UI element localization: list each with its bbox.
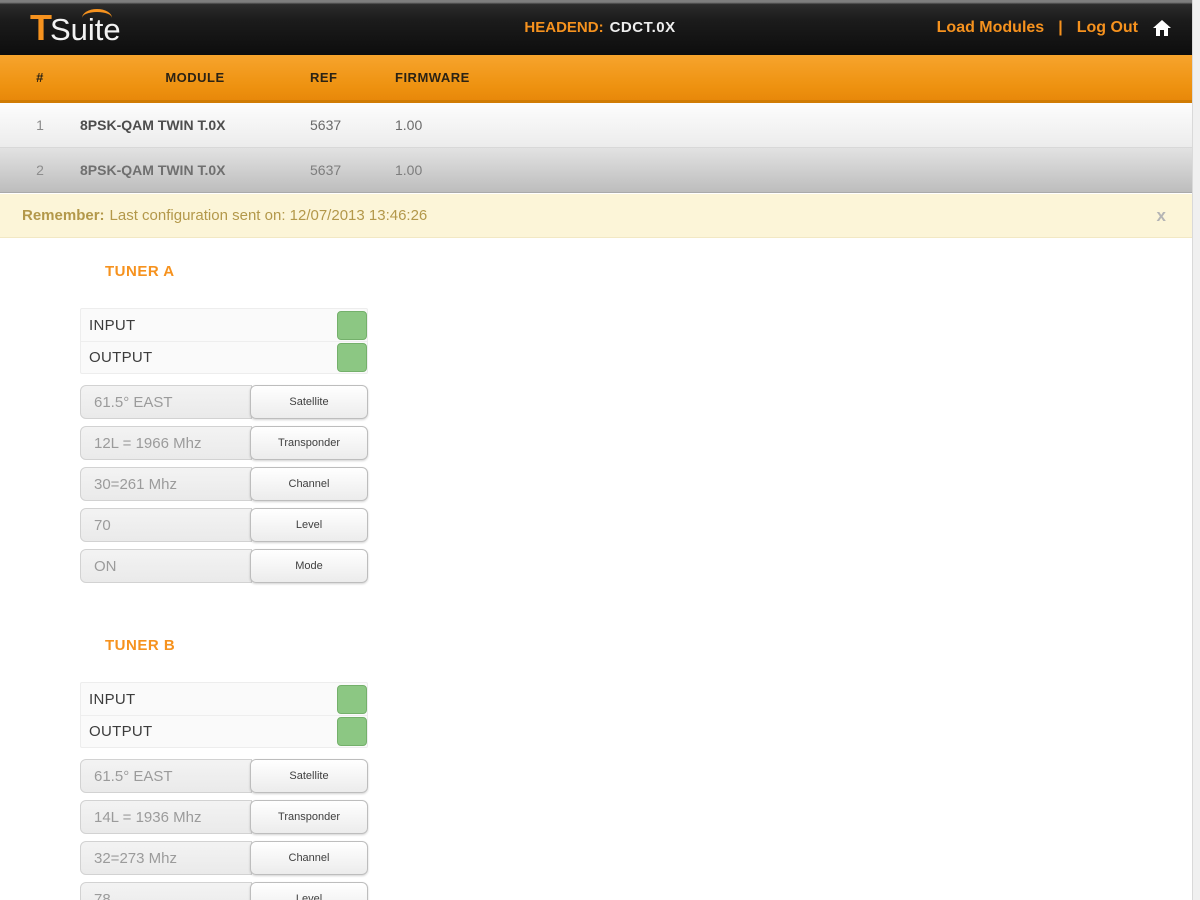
- tuner-a-level-row: 70 Level: [80, 508, 368, 542]
- header-firmware: FIRMWARE: [395, 70, 470, 85]
- tuner-a-output-row: OUTPUT: [81, 341, 367, 373]
- tuner-config-area: TUNER A INPUT OUTPUT 61.5° EAST Satellit…: [0, 238, 1200, 900]
- notification-bar: Remember: Last configuration sent on: 12…: [0, 194, 1200, 238]
- tuner-a-input-row: INPUT: [81, 309, 367, 341]
- header-ref: REF: [310, 70, 338, 85]
- mode-button[interactable]: Mode: [250, 549, 368, 583]
- transponder-button[interactable]: Transponder: [250, 426, 368, 460]
- output-status-led: [337, 717, 367, 746]
- level-value-field[interactable]: 70: [80, 508, 252, 542]
- satellite-value-field[interactable]: 61.5° EAST: [80, 759, 252, 793]
- row-number: 1: [36, 117, 44, 133]
- transponder-value-field[interactable]: 14L = 1936 Mhz: [80, 800, 252, 834]
- channel-button[interactable]: Channel: [250, 467, 368, 501]
- tsuite-logo[interactable]: TSuite: [30, 7, 190, 49]
- header-module: MODULE: [165, 70, 225, 85]
- tuner-b-status-panel: INPUT OUTPUT: [80, 682, 368, 748]
- headend-label: HEADEND:: [524, 19, 604, 36]
- logo-swoosh-accent: [82, 8, 112, 18]
- tuner-b-output-row: OUTPUT: [81, 715, 367, 747]
- home-icon[interactable]: [1152, 18, 1172, 38]
- logo-t-letter: T: [30, 6, 52, 48]
- tuner-a-satellite-row: 61.5° EAST Satellite: [80, 385, 368, 419]
- topbar-actions: Load Modules | Log Out: [937, 0, 1172, 55]
- row-module-name: 8PSK-QAM TWIN T.0X: [80, 162, 226, 178]
- output-status-led: [337, 343, 367, 372]
- tuner-a-title: TUNER A: [105, 263, 175, 280]
- row-number: 2: [36, 162, 44, 178]
- input-label: INPUT: [89, 690, 136, 708]
- header-number: #: [36, 70, 44, 85]
- channel-button[interactable]: Channel: [250, 841, 368, 875]
- output-label: OUTPUT: [89, 349, 153, 366]
- tsuite-app: TSuite HEADEND: CDCT.0X Load Modules | L…: [0, 0, 1200, 900]
- tuner-a-mode-row: ON Mode: [80, 549, 368, 583]
- level-value-field[interactable]: 78: [80, 882, 252, 900]
- mode-value-field[interactable]: ON: [80, 549, 252, 583]
- top-bar: TSuite HEADEND: CDCT.0X Load Modules | L…: [0, 0, 1200, 55]
- satellite-value-field[interactable]: 61.5° EAST: [80, 385, 252, 419]
- headend-value: CDCT.0X: [609, 19, 676, 36]
- tuner-b-channel-row: 32=273 Mhz Channel: [80, 841, 368, 875]
- tuner-a-transponder-row: 12L = 1966 Mhz Transponder: [80, 426, 368, 460]
- row-ref: 5637: [310, 117, 342, 133]
- channel-value-field[interactable]: 32=273 Mhz: [80, 841, 252, 875]
- module-row-1[interactable]: 1 8PSK-QAM TWIN T.0X 5637 1.00: [0, 103, 1200, 148]
- row-firmware: 1.00: [395, 117, 423, 133]
- notification-message: Last configuration sent on: 12/07/2013 1…: [109, 207, 428, 224]
- tuner-b-level-row: 78 Level: [80, 882, 368, 900]
- tuner-a-channel-row: 30=261 Mhz Channel: [80, 467, 368, 501]
- topbar-separator: |: [1058, 18, 1063, 36]
- transponder-button[interactable]: Transponder: [250, 800, 368, 834]
- tuner-b-input-row: INPUT: [81, 683, 367, 715]
- satellite-button[interactable]: Satellite: [250, 759, 368, 793]
- tuner-b-satellite-row: 61.5° EAST Satellite: [80, 759, 368, 793]
- module-row-2[interactable]: 2 8PSK-QAM TWIN T.0X 5637 1.00: [0, 148, 1200, 193]
- input-status-led: [337, 310, 367, 340]
- load-modules-link[interactable]: Load Modules: [937, 19, 1045, 37]
- notification-emphasis: Remember:: [22, 207, 105, 224]
- close-icon[interactable]: x: [1157, 207, 1166, 224]
- input-label: INPUT: [89, 316, 136, 334]
- log-out-link[interactable]: Log Out: [1077, 19, 1138, 37]
- level-button[interactable]: Level: [250, 508, 368, 542]
- row-firmware: 1.00: [395, 162, 423, 178]
- satellite-button[interactable]: Satellite: [250, 385, 368, 419]
- input-status-led: [337, 684, 367, 714]
- level-button[interactable]: Level: [250, 882, 368, 900]
- channel-value-field[interactable]: 30=261 Mhz: [80, 467, 252, 501]
- scrollbar-track[interactable]: [1192, 0, 1200, 900]
- row-module-name: 8PSK-QAM TWIN T.0X: [80, 117, 226, 133]
- tuner-b-transponder-row: 14L = 1936 Mhz Transponder: [80, 800, 368, 834]
- module-table-header: # MODULE REF FIRMWARE: [0, 55, 1200, 103]
- row-ref: 5637: [310, 162, 342, 178]
- tuner-a-status-panel: INPUT OUTPUT: [80, 308, 368, 374]
- transponder-value-field[interactable]: 12L = 1966 Mhz: [80, 426, 252, 460]
- tuner-b-title: TUNER B: [105, 637, 176, 654]
- output-label: OUTPUT: [89, 723, 153, 740]
